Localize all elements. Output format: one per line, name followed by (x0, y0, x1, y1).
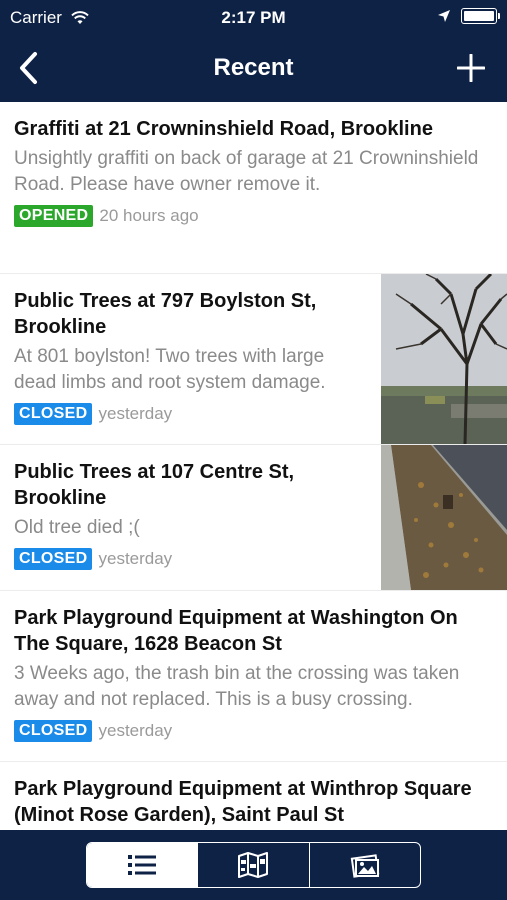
list-item[interactable]: Park Playground Equipment at Washington … (0, 591, 507, 761)
item-title: Park Playground Equipment at Washington … (14, 607, 458, 655)
tab-list-view[interactable] (87, 843, 198, 887)
tab-map-view[interactable] (197, 843, 308, 887)
item-description: Old tree died ;( (14, 517, 140, 538)
report-list: Graffiti at 21 Crowninshield Road, Brook… (0, 102, 507, 830)
item-title: Public Trees at 107 Centre St, Brookline (14, 461, 295, 509)
status-badge: CLOSED (14, 720, 93, 742)
item-description: 3 Weeks ago, the trash bin at the crossi… (14, 663, 460, 710)
status-badge: CLOSED (14, 548, 93, 570)
item-time: yesterday (98, 721, 173, 740)
item-title: Graffiti at 21 Crowninshield Road, Brook… (14, 118, 433, 140)
list-item[interactable]: Park Playground Equipment at Winthrop Sq… (0, 762, 507, 830)
tree-pit-photo-thumbnail (381, 445, 507, 590)
view-mode-switcher (86, 842, 421, 888)
item-time: 20 hours ago (99, 206, 199, 225)
navigation-bar: Recent (0, 36, 507, 102)
status-badge: CLOSED (14, 403, 93, 425)
item-description: At 801 boylston! Two trees with large de… (14, 346, 326, 393)
item-title: Public Trees at 797 Boylston St, Brookli… (14, 290, 317, 338)
page-title: Recent (213, 54, 294, 81)
battery-icon (461, 8, 500, 24)
item-description: Unsightly graffiti on back of garage at … (14, 148, 479, 195)
photo-gallery-icon (350, 854, 380, 878)
item-time: yesterday (98, 404, 173, 423)
bottom-toolbar (0, 830, 507, 900)
status-bar: Carrier 2:17 PM (0, 0, 507, 36)
clock: 2:17 PM (221, 8, 286, 27)
tree-photo-thumbnail (381, 274, 507, 444)
item-time: yesterday (98, 549, 173, 568)
list-icon (128, 855, 157, 875)
location-arrow-icon (438, 10, 450, 22)
list-item[interactable]: Public Trees at 797 Boylston St, Brookli… (0, 274, 507, 444)
list-item[interactable]: Public Trees at 107 Centre St, Brookline… (0, 445, 507, 590)
tab-photo-view[interactable] (308, 843, 420, 887)
add-report-button[interactable] (451, 48, 491, 88)
status-badge: OPENED (14, 205, 94, 227)
list-item[interactable]: Graffiti at 21 Crowninshield Road, Brook… (0, 102, 507, 273)
map-icon (238, 852, 269, 878)
plus-icon (457, 54, 485, 82)
item-title: Park Playground Equipment at Winthrop Sq… (14, 778, 472, 826)
